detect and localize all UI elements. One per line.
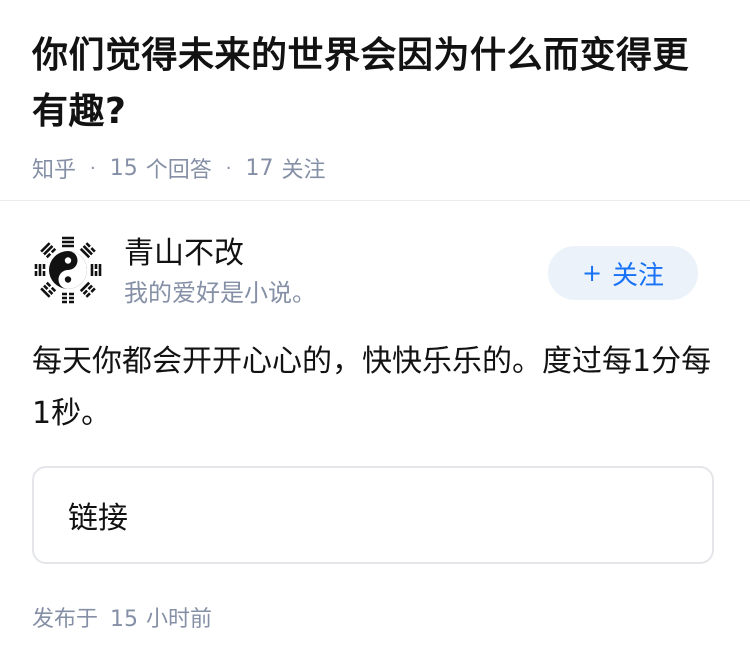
author-bio: 我的爱好是小说。 [124, 279, 316, 307]
question-title[interactable]: 你们觉得未来的世界会因为什么而变得更有趣? [32, 28, 722, 140]
published-prefix: 发布于 [32, 607, 99, 632]
answer-count: 15 [109, 155, 138, 181]
answer-count-label: 个回答 [145, 158, 212, 183]
question-header: 你们觉得未来的世界会因为什么而变得更有趣? 知乎 · 15 个回答 · 17 关… [32, 28, 722, 184]
published-time: 发布于 15 小时前 [32, 604, 212, 636]
yin-yang-bagua-icon[interactable] [32, 234, 104, 306]
author-card: 青山不改 我的爱好是小说。 + 关注 [32, 234, 718, 310]
follow-button[interactable]: + 关注 [548, 246, 698, 300]
separator-dot: · [225, 157, 232, 179]
separator-dot: · [90, 157, 96, 179]
follow-button-label: 关注 [612, 260, 665, 291]
source-label[interactable]: 知乎 [32, 152, 76, 184]
link-card[interactable]: 链接 [32, 466, 714, 564]
follow-count: 17 [245, 155, 274, 181]
follow-count-label: 关注 [281, 158, 326, 183]
answer-content: 每天你都会开开心心的，快快乐乐的。度过每1分每1秒。 [32, 344, 712, 431]
link-card-label: 链接 [68, 501, 128, 536]
question-meta: 知乎 · 15 个回答 · 17 关注 [32, 152, 722, 184]
published-time-value: 15 [110, 607, 139, 632]
author-name[interactable]: 青山不改 [124, 236, 244, 272]
plus-icon: + [581, 259, 603, 287]
section-divider [0, 200, 750, 201]
published-time-unit: 小时前 [146, 607, 213, 632]
